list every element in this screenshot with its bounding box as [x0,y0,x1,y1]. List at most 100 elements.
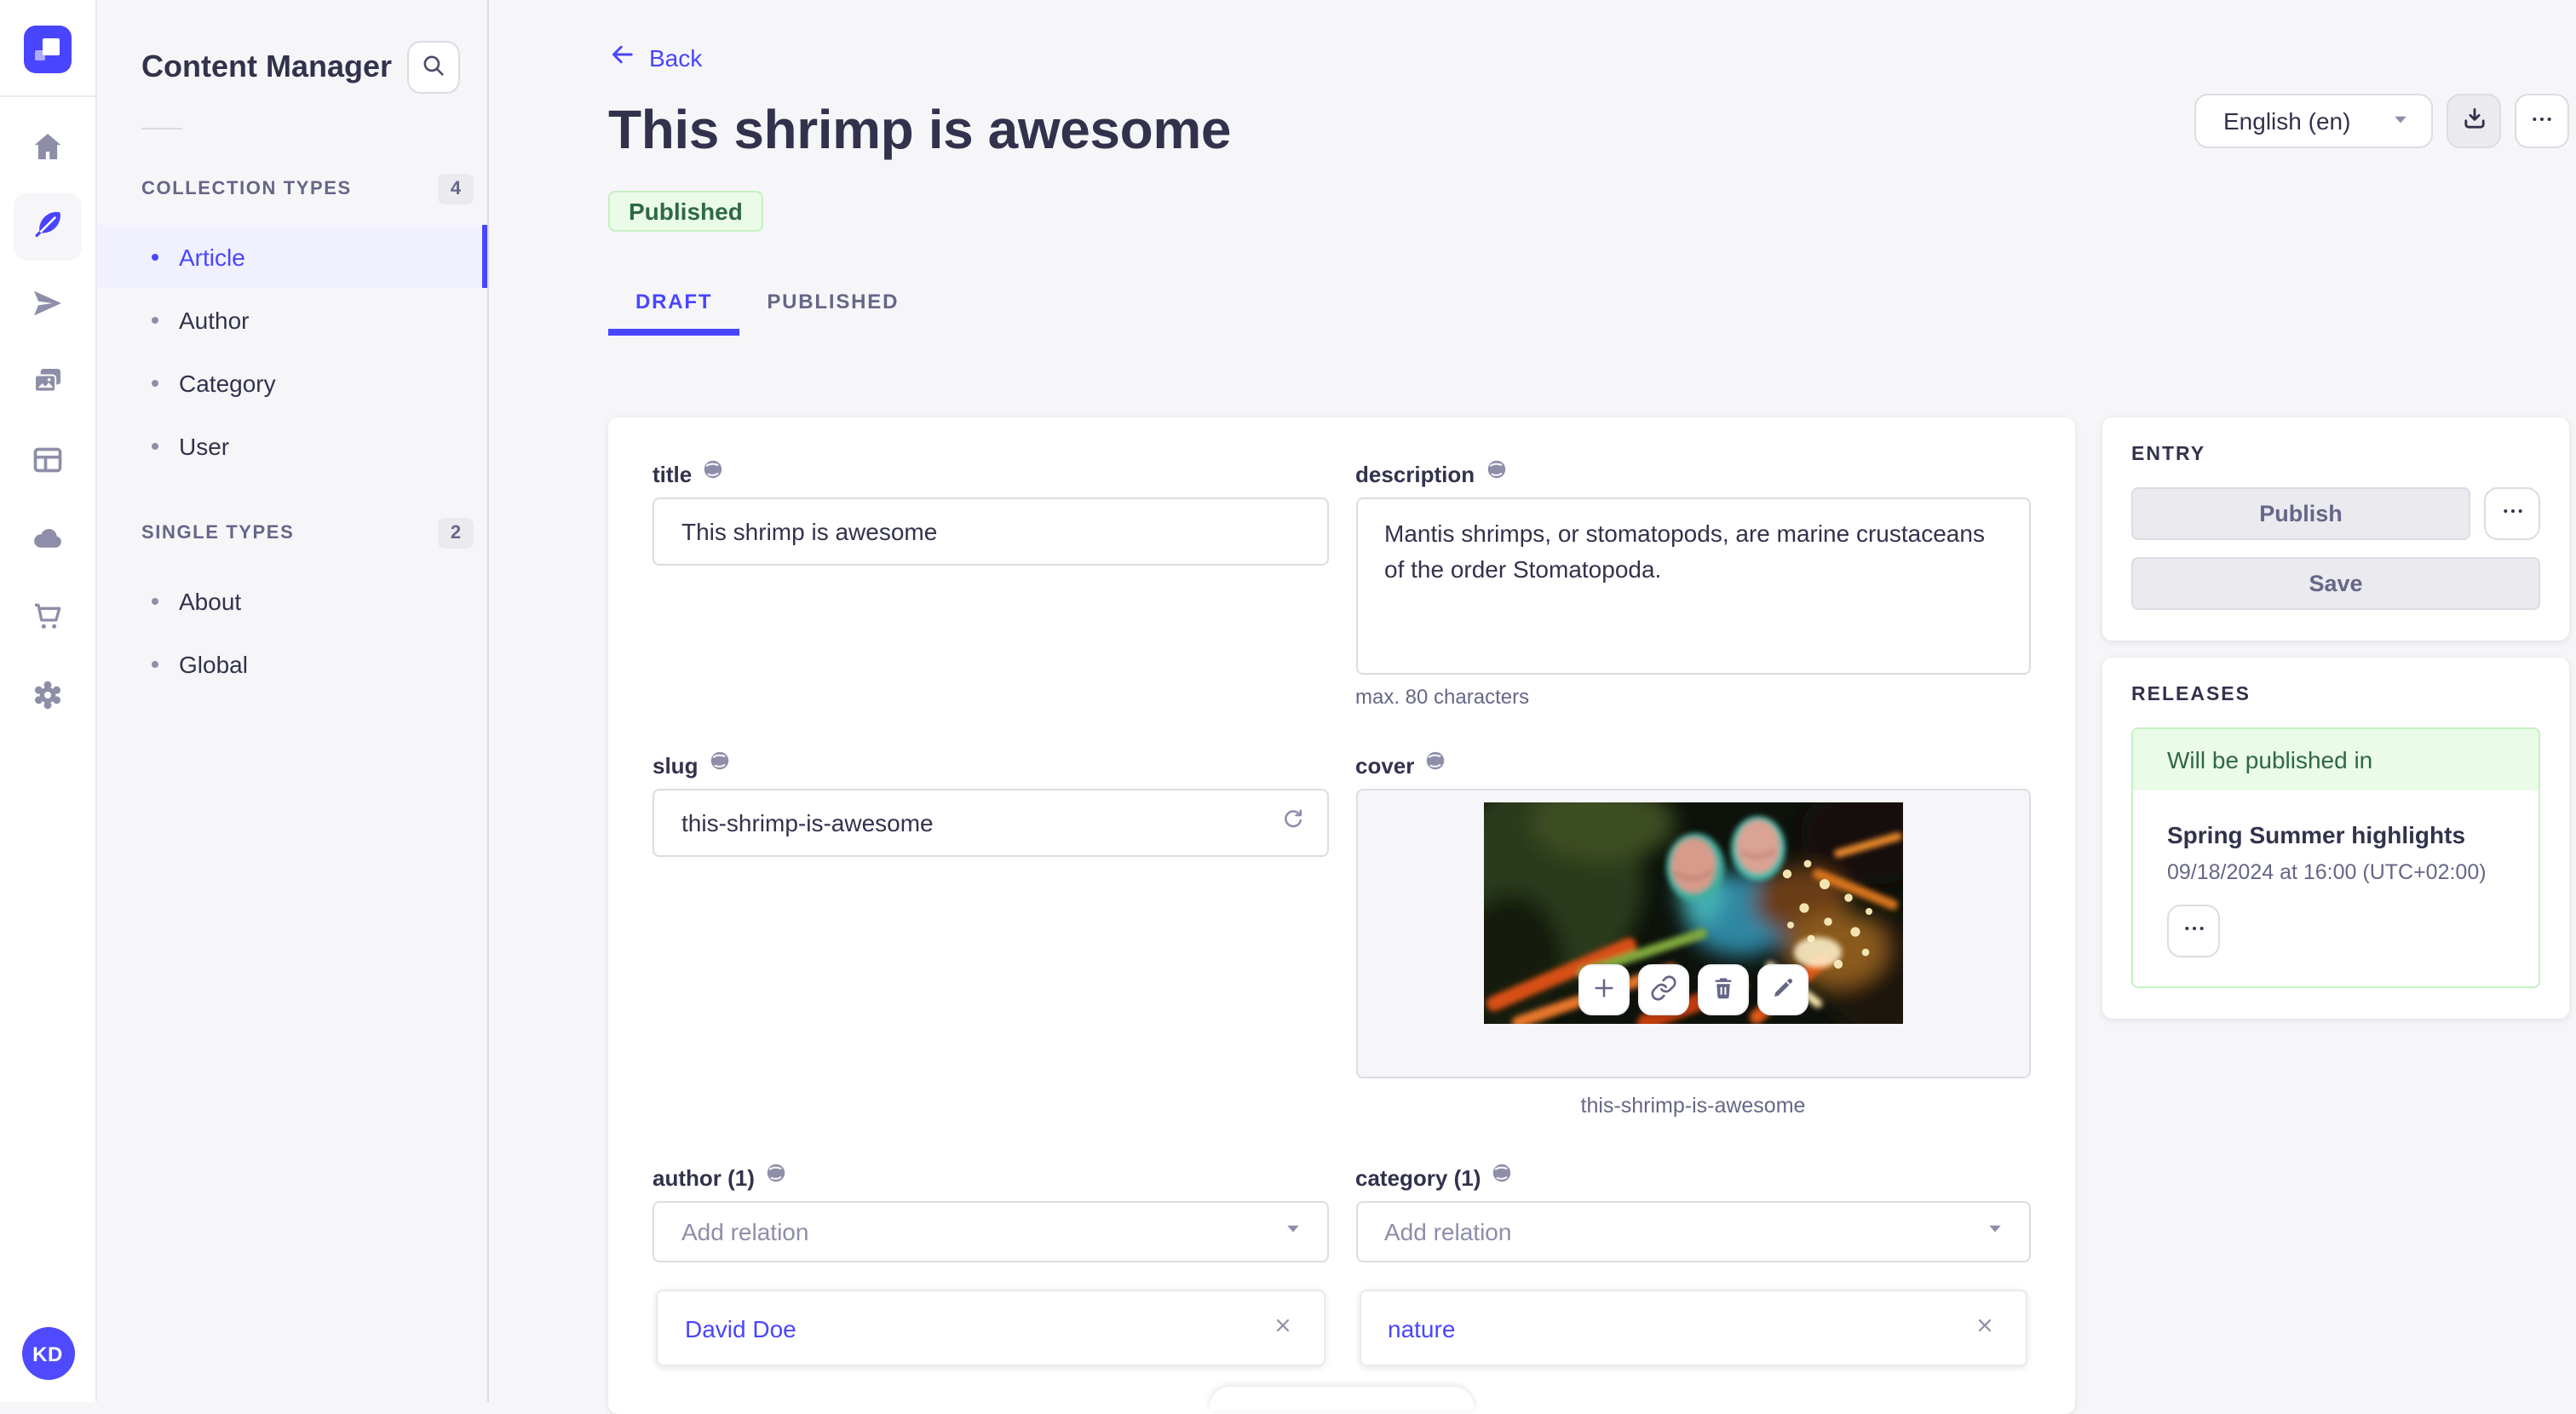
home-icon [31,129,65,168]
nav-home[interactable] [14,114,82,182]
sidebar-item-user[interactable]: User [97,414,487,477]
draft-published-tabs: DRAFT PUBLISHED [608,278,2569,336]
rail-nav [14,97,82,731]
category-relation-item: nature [1359,1290,2027,1366]
nav-content-manager[interactable] [14,193,82,261]
globe-icon [765,1162,787,1193]
cloud-icon [31,520,65,560]
relation-link-nature[interactable]: nature [1388,1314,1455,1342]
bullet-icon [152,316,158,323]
category-relation-combobox[interactable]: Add relation [1355,1201,2031,1262]
combobox-placeholder: Add relation [681,1218,809,1245]
section-label-collection-types: COLLECTION TYPES [141,179,352,199]
sidebar-item-article[interactable]: Article [97,225,487,288]
entry-more-button[interactable] [2484,487,2540,540]
status-badge: Published [608,191,763,232]
collection-types-count-badge: 4 [438,174,474,204]
back-label: Back [649,43,703,71]
sidebar-item-label: About [179,587,242,614]
gear-icon [31,677,65,716]
slug-label: slug [653,752,699,778]
globe-icon [1485,458,1507,489]
sidebar-item-about[interactable]: About [97,569,487,632]
collection-types-list: Article Author Category User [97,225,487,477]
entry-panel: ENTRY Publish Save [2102,417,2569,641]
release-date: 09/18/2024 at 16:00 (UTC+02:00) [2167,860,2487,884]
slug-input[interactable] [653,789,1328,857]
bullet-icon [152,660,158,667]
title-field: title [653,458,1328,709]
header-more-button[interactable] [2515,94,2569,148]
user-avatar[interactable]: KD [21,1327,74,1380]
title-input[interactable] [653,497,1328,566]
description-field: description Mantis shrimps, or stomatopo… [1355,458,2031,709]
locale-select-value: English (en) [2223,107,2351,135]
remove-category-relation-button[interactable] [1971,1312,1998,1344]
slug-field: slug [653,750,1328,1121]
single-types-count-badge: 2 [438,518,474,549]
title-label: title [653,461,693,486]
globe-icon [1491,1162,1513,1193]
collapsed-bottom-card [1210,1387,1474,1411]
bullet-icon [152,253,158,260]
category-label: category (1) [1355,1164,1481,1190]
nav-media-library[interactable] [14,349,82,417]
globe-icon [708,750,730,780]
download-button[interactable] [2447,94,2501,148]
publish-button[interactable]: Publish [2131,487,2470,540]
release-card: Will be published in Spring Summer highl… [2131,727,2540,988]
remove-author-relation-button[interactable] [1268,1312,1296,1344]
search-button[interactable] [407,41,460,94]
strapi-logo [24,26,72,73]
sidebar-item-global[interactable]: Global [97,632,487,695]
locale-select[interactable]: English (en) [2194,94,2433,148]
close-icon [1272,1315,1292,1341]
refresh-icon [1279,807,1306,839]
releases-panel-heading: RELEASES [2131,685,2251,705]
link-icon [1650,974,1677,1006]
section-label-single-types: SINGLE TYPES [141,523,295,543]
release-status: Will be published in [2133,729,2539,790]
cart-icon [31,599,65,638]
regenerate-slug-button[interactable] [1275,803,1309,842]
description-textarea[interactable]: Mantis shrimps, or stomatopods, are mari… [1355,497,2031,675]
avatar-initials: KD [32,1342,63,1365]
subnav-title: Content Manager [141,49,393,83]
globe-icon [1424,750,1446,780]
save-button[interactable]: Save [2131,557,2540,610]
author-field: author (1) Add relation David Doe [653,1162,1328,1366]
tab-published[interactable]: PUBLISHED [739,278,926,336]
edit-media-button[interactable] [1757,964,1808,1015]
sidebar-item-label: User [179,432,230,459]
caret-down-icon [2390,107,2411,135]
download-icon [2459,104,2488,138]
nav-marketplace[interactable] [14,584,82,652]
more-horizontal-icon [2180,915,2207,947]
nav-settings[interactable] [14,663,82,731]
author-relation-combobox[interactable]: Add relation [653,1201,1328,1262]
author-label: author (1) [653,1164,755,1190]
nav-content-type-builder[interactable] [14,428,82,496]
nav-deploy[interactable] [14,506,82,574]
main-nav-rail: KD [0,0,97,1402]
delete-media-button[interactable] [1697,964,1749,1015]
cover-field: cover this-shrimp-is-awesome [1355,750,2031,1121]
release-more-button[interactable] [2167,905,2220,957]
caret-down-icon [1985,1216,2005,1247]
content-area: title description Mantis shrimps, or sto… [608,417,2569,1414]
content-manager-subnav: Content Manager COLLECTION TYPES 4 Artic… [97,0,489,1402]
header-actions: English (en) [2194,94,2569,148]
tab-draft[interactable]: DRAFT [608,278,740,336]
sidebar-item-category[interactable]: Category [97,351,487,414]
nav-releases[interactable] [14,271,82,339]
combobox-placeholder: Add relation [1384,1218,1512,1245]
back-link[interactable]: Back [608,41,702,73]
caret-down-icon [1282,1216,1302,1247]
bullet-icon [152,597,158,604]
cover-media-card [1355,789,2031,1078]
sidebar-item-author[interactable]: Author [97,288,487,351]
relation-link-david-doe[interactable]: David Doe [685,1314,796,1342]
copy-link-button[interactable] [1637,964,1689,1015]
add-media-button[interactable] [1578,964,1630,1015]
layout-icon [31,442,65,481]
